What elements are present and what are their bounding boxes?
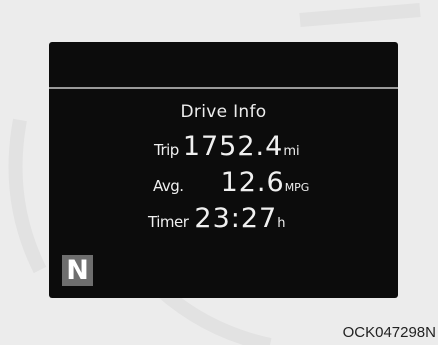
timer-row: Timer 23:27h <box>148 203 285 234</box>
average-row: Avg. 12.6MPG <box>153 167 309 198</box>
average-unit: MPG <box>284 181 310 194</box>
trip-row: Trip 1752.4mi <box>154 131 300 162</box>
timer-unit: h <box>277 216 286 231</box>
trip-value: 1752.4 <box>182 131 284 162</box>
average-value: 12.6 <box>220 167 285 198</box>
average-label: Avg. <box>153 177 184 195</box>
gear-indicator: N <box>62 255 93 286</box>
cluster-display: Drive Info Trip 1752.4mi Avg. 12.6MPG Time… <box>49 42 398 298</box>
timer-value: 23:27 <box>194 203 278 234</box>
figure-code: OCK047298N <box>342 324 436 341</box>
display-divider <box>49 87 398 89</box>
trip-unit: mi <box>283 144 300 159</box>
trip-label: Trip <box>154 141 179 159</box>
display-title: Drive Info <box>180 102 267 122</box>
timer-label: Timer <box>148 213 189 231</box>
